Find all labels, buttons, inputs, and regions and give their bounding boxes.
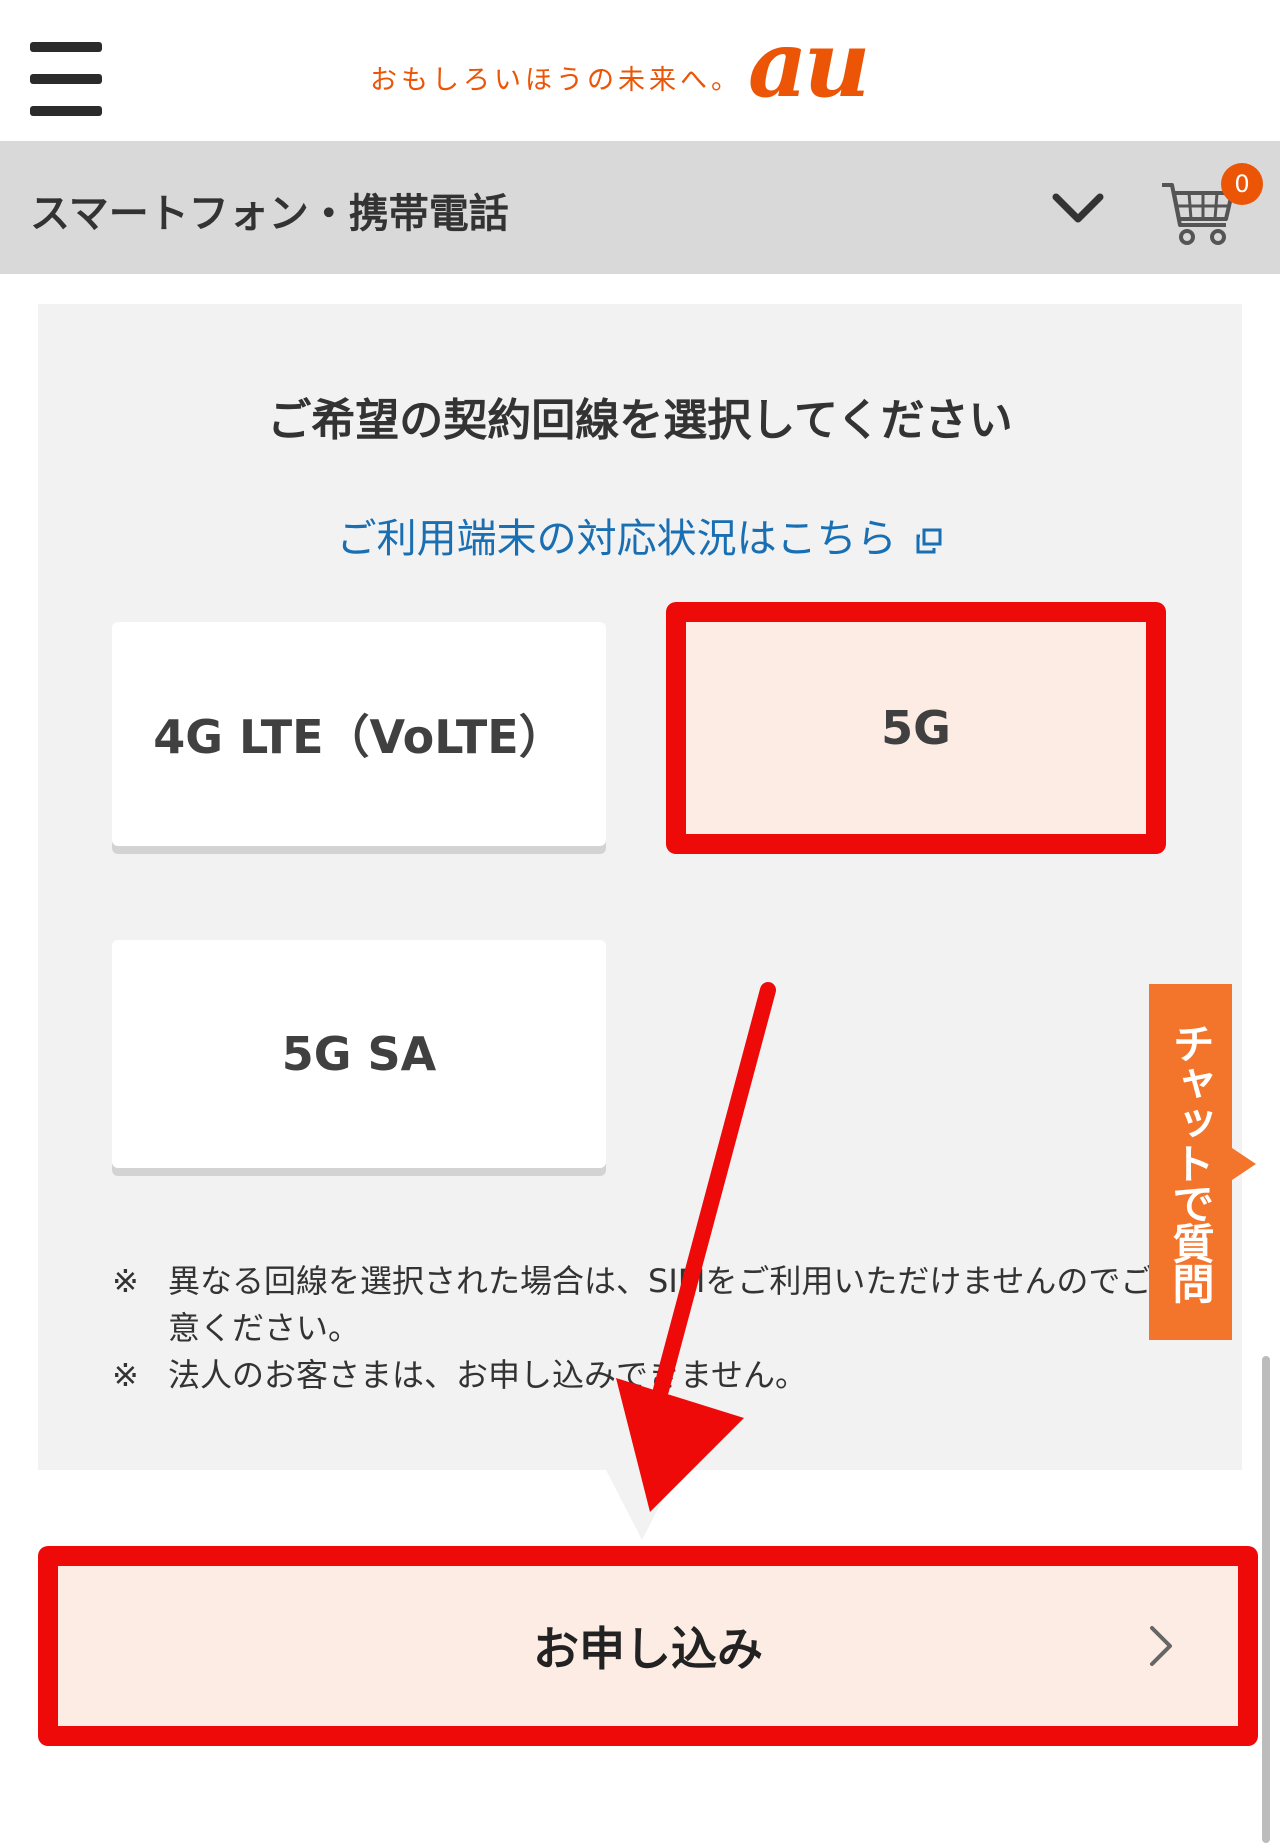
external-link-icon xyxy=(916,528,942,554)
option-label: 4G LTE（VoLTE） xyxy=(153,710,565,764)
notes-list: ※ 異なる回線を選択された場合は、SIMをご利用いただけませんのでご注意ください… xyxy=(112,1258,1202,1399)
note-text: 法人のお客さまは、お申し込みできません。 xyxy=(168,1356,808,1394)
cart-count-badge: 0 xyxy=(1221,163,1263,205)
site-header: おもしろいほうの未来へ。 au xyxy=(0,0,1280,141)
panel-pointer xyxy=(606,1470,678,1540)
note-mark: ※ xyxy=(112,1356,139,1394)
option-4g-lte[interactable]: 4G LTE（VoLTE） xyxy=(112,622,606,846)
chevron-right-icon xyxy=(1150,1626,1172,1666)
option-label: 5G xyxy=(881,701,951,755)
apply-button-label: お申し込み xyxy=(533,1622,763,1676)
chat-support-tab[interactable]: チャットで質問 xyxy=(1149,984,1232,1340)
option-label: 5G SA xyxy=(281,1027,437,1081)
brand-tagline: おもしろいほうの未来へ。 xyxy=(370,65,742,96)
note-item: ※ 法人のお客さまは、お申し込みできません。 xyxy=(112,1352,1202,1399)
au-logo[interactable]: au xyxy=(748,18,870,110)
option-5g-selected[interactable]: 5G xyxy=(666,602,1166,854)
chevron-down-icon[interactable] xyxy=(1050,181,1106,237)
note-item: ※ 異なる回線を選択された場合は、SIMをご利用いただけませんのでご注意ください… xyxy=(112,1258,1202,1352)
note-mark: ※ xyxy=(112,1262,139,1300)
note-text: 異なる回線を選択された場合は、SIMをご利用いただけませんのでご注意ください。 xyxy=(168,1262,1185,1347)
category-bar: スマートフォン・携帯電話 0 xyxy=(0,141,1280,274)
scrollbar[interactable] xyxy=(1262,1356,1270,1843)
chat-tab-tail xyxy=(1232,1148,1256,1180)
hamburger-menu-icon[interactable] xyxy=(30,42,102,116)
option-5g-sa[interactable]: 5G SA xyxy=(112,940,606,1168)
category-title[interactable]: スマートフォン・携帯電話 xyxy=(30,181,509,239)
device-compatibility-link[interactable]: ご利用端末の対応状況はこちら xyxy=(38,506,1242,564)
compatibility-link-text[interactable]: ご利用端末の対応状況はこちら xyxy=(337,516,897,562)
line-selection-panel: ご希望の契約回線を選択してください ご利用端末の対応状況はこちら 4G LTE（… xyxy=(38,304,1242,1470)
panel-heading: ご希望の契約回線を選択してください xyxy=(267,395,1013,446)
apply-button[interactable]: お申し込み xyxy=(38,1546,1258,1746)
